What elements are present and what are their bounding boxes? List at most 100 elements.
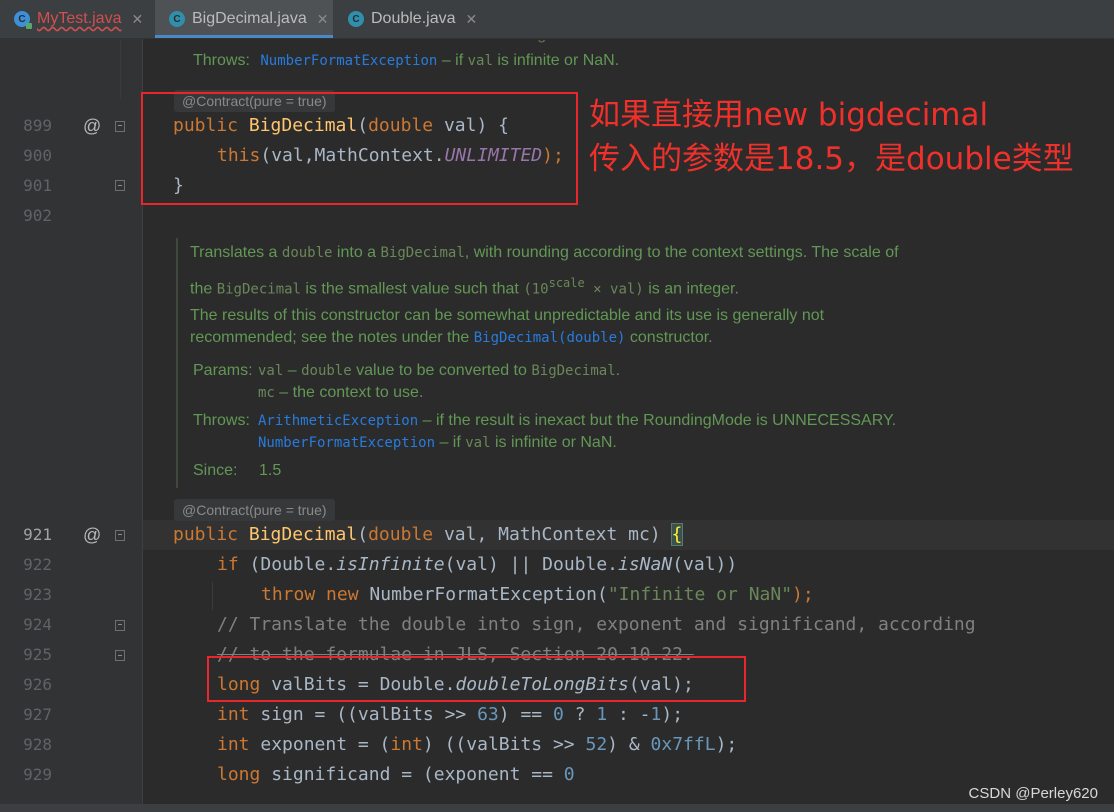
doc-label: Since: [193, 462, 238, 479]
code-line[interactable]: int exponent = (int) ((valBits >> 52) & … [217, 730, 737, 760]
java-class-icon: C [169, 11, 185, 27]
code-token: isInfinite [336, 554, 445, 575]
code-token: ) == [498, 704, 553, 725]
tab-mytest[interactable]: C MyTest.java ✕ [0, 0, 154, 38]
doc-code: double [281, 245, 333, 261]
code-token: 63 [477, 704, 499, 725]
code-token: NumberFormatException( [369, 584, 608, 605]
line-number: 924 [23, 615, 52, 634]
code-token: if [217, 554, 239, 575]
code-token: : - [607, 704, 651, 725]
code-token: public [173, 524, 249, 545]
code-line[interactable]: throw new NumberFormatException("Infinit… [261, 580, 814, 610]
watermark: CSDN @Perley620 [968, 785, 1098, 802]
code-token: double [368, 524, 434, 545]
line-number: 927 [23, 705, 52, 724]
doc-code: BigDecimal [380, 245, 465, 261]
code-token: 0 [552, 704, 564, 725]
indent-guide [120, 39, 121, 99]
annotation-marker-icon[interactable]: @ [83, 111, 101, 141]
doc-text: is infinite or NaN. [490, 434, 617, 451]
doc-code: BigDecimal [216, 281, 301, 298]
code-token: int [217, 734, 250, 755]
code-token: BigDecimal [248, 524, 358, 545]
code-token: ); [792, 584, 814, 605]
code-token: (val)) [672, 554, 738, 575]
code-token: ) & [607, 734, 651, 755]
code-token: exponent = ( [249, 734, 391, 755]
code-line[interactable]: public BigDecimal(double val, MathContex… [173, 520, 684, 550]
line-number: 929 [23, 765, 52, 784]
doc-code: double [301, 363, 352, 379]
doc-paragraph-line: The results of this constructor can be s… [190, 307, 825, 324]
doc-code: val [258, 363, 284, 379]
doc-paragraph-line: recommended; see the notes under the Big… [190, 329, 713, 347]
fold-open-icon[interactable] [115, 530, 125, 541]
close-icon[interactable]: ✕ [466, 11, 478, 28]
fold-close-icon[interactable] [115, 180, 125, 191]
code-token: new [326, 584, 370, 605]
code-token: throw [261, 584, 327, 605]
doc-text: is an integer. [643, 280, 739, 298]
doc-text: – if [437, 52, 468, 69]
close-icon[interactable]: ✕ [317, 11, 329, 28]
fold-open-icon[interactable] [115, 121, 125, 132]
tab-double[interactable]: C Double.java ✕ [334, 0, 480, 38]
code-token: val, MathContext mc) [433, 524, 672, 545]
doc-text: – the context to use. [274, 384, 424, 401]
doc-text: recommended; see the notes under the [190, 329, 474, 346]
doc-paragraph-line: the BigDecimal is the smallest value suc… [190, 276, 739, 298]
code-token: int [390, 734, 423, 755]
doc-code: BigDecimal [531, 363, 616, 379]
doc-link[interactable]: ArithmeticException [258, 413, 418, 429]
code-line[interactable]: long significand = (exponent == 0 [217, 760, 575, 790]
tab-bigdecimal[interactable]: C BigDecimal.java ✕ [155, 0, 333, 38]
doc-code: val [465, 435, 491, 451]
line-number: 922 [23, 555, 52, 574]
doc-text: constructor. [625, 329, 713, 346]
doc-label: Throws: [193, 52, 250, 69]
doc-text: the [190, 280, 217, 298]
annotation-text: 传入的参数是18.5，是double类型 [589, 141, 1074, 177]
annotation-marker-icon[interactable]: @ [83, 520, 101, 550]
editor-tab-bar: C MyTest.java ✕ C BigDecimal.java ✕ C Do… [0, 0, 1114, 39]
java-class-icon: C [348, 11, 364, 27]
code-token: (val) || Double. [444, 554, 618, 575]
doc-text: – [283, 362, 302, 379]
code-line[interactable]: int sign = ((valBits >> 63) == 0 ? 1 : -… [217, 700, 683, 730]
doc-text: is infinite or NaN. [492, 52, 620, 69]
doc-link[interactable]: BigDecimal(double) [474, 330, 626, 346]
line-number: 926 [23, 675, 52, 694]
fold-close-icon[interactable] [115, 650, 125, 661]
code-token: ? [563, 704, 597, 725]
code-token: significand = (exponent == [260, 764, 564, 785]
doc-text: – if [435, 434, 466, 451]
close-icon[interactable]: ✕ [131, 11, 143, 28]
code-token: "Infinite or NaN" [607, 584, 793, 605]
line-number: 925 [23, 645, 52, 664]
doc-text: – if the result is inexact but the Round… [418, 412, 897, 429]
doc-paragraph-line: Translates a double into a BigDecimal, w… [190, 244, 899, 262]
code-token: long [217, 764, 261, 785]
doc-since-value: 1.5 [259, 462, 282, 479]
doc-text: , with rounding according to the context… [464, 244, 899, 261]
doc-link[interactable]: NumberFormatException [258, 435, 435, 451]
fold-open-icon[interactable] [115, 620, 125, 631]
annotation-text: 如果直接用new bigdecimal [589, 97, 989, 133]
highlight-box [141, 92, 578, 205]
doc-param-line: val – double value to be converted to Bi… [258, 362, 620, 380]
doc-link[interactable]: NumberFormatException [260, 53, 437, 69]
code-token: ); [661, 704, 684, 725]
doc-label: Params: [193, 362, 253, 379]
doc-throws-row: Throws: NumberFormatException – if val i… [193, 52, 619, 70]
code-token: 1 [596, 704, 608, 725]
tab-label: MyTest.java [37, 10, 122, 27]
code-line[interactable]: // Translate the double into sign, expon… [217, 610, 976, 640]
code-token: isNaN [618, 554, 673, 575]
indent-guide [212, 582, 213, 610]
doc-param-line: mc – the context to use. [258, 384, 423, 402]
doc-text: into a [332, 244, 381, 261]
tab-label: BigDecimal.java [192, 10, 307, 27]
code-line[interactable]: if (Double.isInfinite(val) || Double.isN… [217, 550, 737, 580]
line-number: 902 [23, 206, 52, 225]
